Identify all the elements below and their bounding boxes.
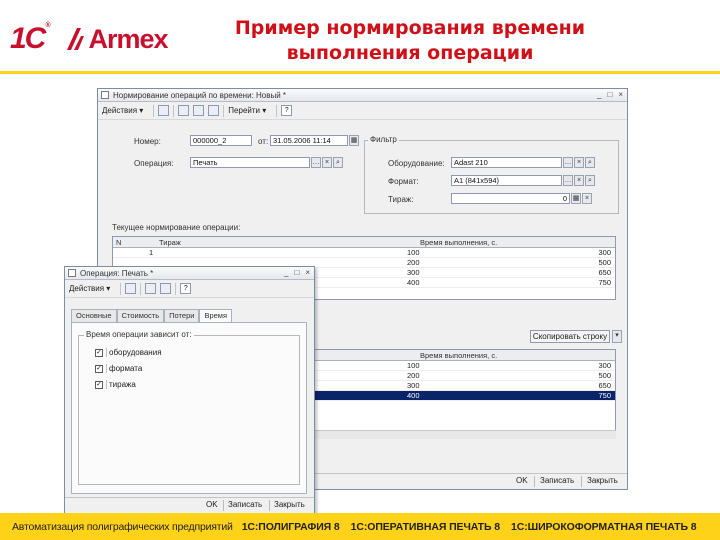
report-icon[interactable] xyxy=(208,105,220,116)
run-clear-button[interactable]: × xyxy=(582,193,592,204)
window-icon xyxy=(68,269,76,277)
save-button[interactable]: Записать xyxy=(228,500,262,509)
format-open-icon[interactable]: ⌕ xyxy=(585,175,595,186)
close-button[interactable]: × xyxy=(618,90,623,99)
save-button[interactable]: Записать xyxy=(540,476,574,485)
footer-text: Автоматизация полиграфических предприяти… xyxy=(12,520,233,533)
format-clear-button[interactable]: × xyxy=(574,175,584,186)
maximize-button[interactable]: □ xyxy=(294,268,299,277)
edit-icon[interactable] xyxy=(160,283,172,294)
format-label: Формат: xyxy=(388,177,419,186)
actions-menu[interactable]: Действия ▾ xyxy=(69,284,110,293)
logo-armex: Armex xyxy=(66,24,169,55)
operation-window: Операция: Печать * _ □ × Действия ▾ ? Ос… xyxy=(64,266,315,514)
select-button[interactable]: … xyxy=(311,157,321,168)
armex-mark-icon xyxy=(66,28,84,50)
table-row[interactable]: 1 100 300 xyxy=(113,248,615,258)
save-icon[interactable] xyxy=(125,283,137,294)
operation-toolbar: Действия ▾ ? xyxy=(65,280,314,298)
maximize-button[interactable]: □ xyxy=(607,90,612,99)
window-icon xyxy=(101,91,109,99)
post-icon[interactable] xyxy=(145,283,157,294)
help-icon[interactable]: ? xyxy=(281,105,293,116)
edit-icon[interactable] xyxy=(193,105,205,116)
footer-product-poligrafiya: 1С:ПОЛИГРАФИЯ 8 xyxy=(241,520,340,533)
close-button[interactable]: × xyxy=(305,268,310,277)
date-label: от: xyxy=(258,137,269,146)
equipment-field[interactable]: Adast 210 xyxy=(451,157,562,168)
time-depends-title: Время операции зависит от: xyxy=(84,330,194,339)
operation-field[interactable]: Печать xyxy=(190,157,310,168)
run-field[interactable]: 0 xyxy=(451,193,570,204)
copy-row-dropdown-icon[interactable]: ▾ xyxy=(612,330,622,343)
operation-window-titlebar[interactable]: Операция: Печать * _ □ × xyxy=(65,267,314,280)
help-icon[interactable]: ? xyxy=(180,283,192,294)
minimize-button[interactable]: _ xyxy=(597,90,601,99)
operation-status-bar: OK Записать Закрыть xyxy=(65,497,314,513)
copy-row-button[interactable]: Скопировать строку xyxy=(530,330,610,343)
date-field[interactable]: 31.05.2006 11:14 xyxy=(270,135,348,146)
actions-menu[interactable]: Действия ▾ xyxy=(102,106,143,115)
tab-losses[interactable]: Потери xyxy=(164,309,200,322)
footer-product-shirokoformatnaya: 1С:ШИРОКОФОРМАТНАЯ ПЕЧАТЬ 8 xyxy=(511,520,697,533)
run-label: Тираж: xyxy=(388,195,414,204)
tab-time[interactable]: Время xyxy=(199,309,232,322)
operation-label: Операция: xyxy=(134,159,174,168)
equipment-select-button[interactable]: … xyxy=(563,157,573,168)
number-field[interactable]: 000000_2 xyxy=(190,135,252,146)
checkbox-icon[interactable]: ✓ xyxy=(95,348,103,357)
filter-title: Фильтр xyxy=(368,135,399,144)
brand-logos: 1С® Armex xyxy=(10,22,169,56)
ok-button[interactable]: OK xyxy=(206,500,218,509)
check-format[interactable]: ✓ формата xyxy=(95,363,142,374)
logo-1c: 1С® xyxy=(10,22,51,55)
close-form-button[interactable]: Закрыть xyxy=(274,500,305,509)
run-calculator-icon[interactable]: ▦ xyxy=(571,193,581,204)
slide-title: Пример нормирования времени выполнения о… xyxy=(234,17,586,64)
current-norming-label: Текущее нормирование операции: xyxy=(112,223,241,232)
footer-product-operativnaya: 1С:ОПЕРАТИВНАЯ ПЕЧАТЬ 8 xyxy=(350,520,500,533)
tab-main[interactable]: Основные xyxy=(71,309,117,322)
checkbox-icon[interactable]: ✓ xyxy=(95,380,103,389)
close-form-button[interactable]: Закрыть xyxy=(587,476,618,485)
norming-window-titlebar[interactable]: Нормирование операций по времени: Новый … xyxy=(98,89,627,102)
check-run[interactable]: ✓ тиража xyxy=(95,379,136,390)
ok-button[interactable]: OK xyxy=(516,476,528,485)
format-select-button[interactable]: … xyxy=(563,175,573,186)
operation-tabs: Основные Стоимость Потери Время xyxy=(71,309,232,322)
table-header: N Тираж Время выполнения, с. xyxy=(113,237,615,248)
tab-cost[interactable]: Стоимость xyxy=(116,309,165,322)
header-divider xyxy=(0,71,720,74)
check-equipment[interactable]: ✓ оборудования xyxy=(95,347,162,358)
equipment-label: Оборудование: xyxy=(388,159,445,168)
post-icon[interactable] xyxy=(178,105,190,116)
equipment-clear-button[interactable]: × xyxy=(574,157,584,168)
open-icon[interactable]: ⌕ xyxy=(333,157,343,168)
go-menu[interactable]: Перейти ▾ xyxy=(228,106,266,115)
save-icon[interactable] xyxy=(158,105,170,116)
checkbox-icon[interactable]: ✓ xyxy=(95,364,103,373)
norming-toolbar: Действия ▾ Перейти ▾ ? xyxy=(98,102,627,120)
number-label: Номер: xyxy=(134,137,161,146)
clear-button[interactable]: × xyxy=(322,157,332,168)
footer-bar: Автоматизация полиграфических предприяти… xyxy=(0,513,720,540)
equipment-open-icon[interactable]: ⌕ xyxy=(585,157,595,168)
minimize-button[interactable]: _ xyxy=(284,268,288,277)
format-field[interactable]: А1 (841х594) xyxy=(451,175,562,186)
calendar-icon[interactable]: ▦ xyxy=(349,135,359,146)
